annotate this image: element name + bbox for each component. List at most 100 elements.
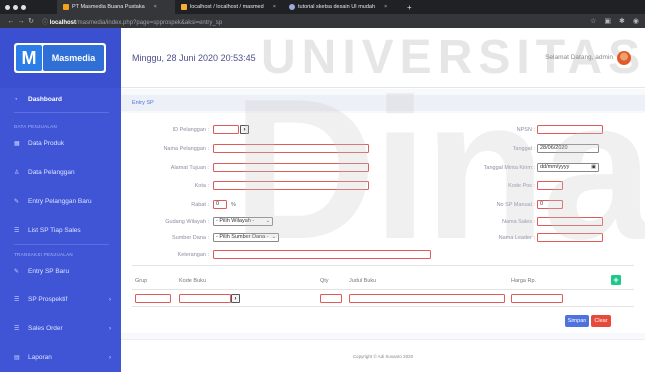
label-nama-sales: Nama Sales : xyxy=(501,219,535,225)
section-heading: TRANSAKSI PENJUALAN xyxy=(14,252,73,257)
chevron-down-icon: ⌄ xyxy=(265,218,270,224)
sidebar-item-list-sp[interactable]: ☰ List SP Tiap Sales xyxy=(0,227,121,234)
dashboard-icon: ◔ xyxy=(14,96,18,103)
npsn-input[interactable] xyxy=(537,125,603,134)
label-no-sp-manual: No SP Manual : xyxy=(496,202,535,208)
minimize-window-icon[interactable] xyxy=(13,4,18,10)
breadcrumb: Entry SP xyxy=(121,95,645,111)
add-row-button[interactable]: + xyxy=(611,275,621,285)
tanggal-input[interactable]: 28/06/2020 xyxy=(537,144,599,153)
back-icon[interactable]: ← xyxy=(6,18,16,25)
label-npsn: NPSN : xyxy=(516,127,535,133)
id-pelanggan-input[interactable] xyxy=(213,125,239,134)
nama-leader-input[interactable] xyxy=(537,233,603,242)
label-sumber-dana: Sumber Dana : xyxy=(172,235,209,241)
sidebar-item-entry-sp[interactable]: ✎ Entry SP Baru xyxy=(0,268,121,275)
browse-pelanggan-button[interactable]: › xyxy=(240,125,249,134)
browser-tab-masmedia[interactable]: PT Masmedia Buana Pustaka × xyxy=(57,0,175,14)
keterangan-input[interactable] xyxy=(213,250,431,259)
avatar[interactable] xyxy=(617,50,631,65)
label-id-pelanggan: ID Pelanggan : xyxy=(172,127,209,133)
extension-icon[interactable]: ▣ xyxy=(604,17,611,25)
harga-input[interactable] xyxy=(511,294,563,303)
label-tanggal: Tanggal : xyxy=(512,146,535,152)
sidebar-item-entry-pelanggan[interactable]: ✎ Entry Pelanggan Baru xyxy=(0,198,121,205)
browser-tab-phpmyadmin[interactable]: localhost / localhost / masmed × xyxy=(175,0,283,14)
label-nama-pelanggan: Nama Pelanggan : xyxy=(163,146,209,152)
star-icon[interactable]: ☆ xyxy=(590,17,596,25)
label-tanggal-minta-kirim: Tanggal Minta Kirim : xyxy=(483,165,535,171)
simpan-button[interactable]: Simpan xyxy=(565,315,589,327)
reload-icon[interactable]: ↻ xyxy=(26,17,36,25)
rabat-unit: % xyxy=(231,202,236,208)
chevron-down-icon: ⌄ xyxy=(271,234,276,240)
tab-close-icon[interactable]: × xyxy=(384,4,387,10)
section-heading: DATA PENJUALAN xyxy=(14,124,58,129)
sidebar-item-laporan[interactable]: ▤ Laporan › xyxy=(0,354,121,361)
label-kota: Kota : xyxy=(194,183,209,189)
divider xyxy=(14,112,109,113)
browser-tab-bar: PT Masmedia Buana Pustaka × localhost / … xyxy=(0,0,645,14)
no-sp-manual-input[interactable]: 0 xyxy=(537,200,563,209)
maximize-window-icon[interactable] xyxy=(21,4,26,10)
sidebar-item-sales-order[interactable]: ☰ Sales Order › xyxy=(0,325,121,332)
kode-buku-input[interactable] xyxy=(179,294,231,303)
label-gudang-wilayah: Gudang Wilayah : xyxy=(165,219,209,225)
sidebar-item-dashboard[interactable]: ◔ Dashboard xyxy=(0,96,121,103)
user-menu[interactable]: Selamat Datang, admin xyxy=(545,50,631,65)
sumber-dana-select[interactable]: - Pilih Sumber Dana - ⌄ xyxy=(213,233,279,242)
kode-pos-input[interactable] xyxy=(537,181,563,190)
new-tab-button[interactable]: + xyxy=(401,3,418,12)
browser-tab-tutorial[interactable]: tutorial sketsa desain UI mudah × xyxy=(283,0,401,14)
rabat-input[interactable]: 0 xyxy=(213,200,227,209)
sidebar-item-data-produk[interactable]: ▦ Data Produk xyxy=(0,140,121,147)
url-field[interactable]: ⓘ localhost/masmedia/index.php?page=sppr… xyxy=(42,17,222,26)
nama-pelanggan-input[interactable] xyxy=(213,144,369,153)
window-controls[interactable] xyxy=(5,4,57,10)
clear-button[interactable]: Clear xyxy=(591,315,611,327)
divider xyxy=(132,289,634,290)
favicon-icon xyxy=(63,4,69,10)
label-rabat: Rabat : xyxy=(191,202,209,208)
calendar-icon[interactable]: ▣ xyxy=(591,164,596,171)
qty-input[interactable] xyxy=(320,294,342,303)
gudang-wilayah-select[interactable]: - Pilih Wilayah - ⌄ xyxy=(213,217,273,226)
edit-icon: ✎ xyxy=(14,199,20,205)
footer: Copyright © Adi Susanto 2020 xyxy=(121,339,645,372)
label-kode-pos: Kode Pos : xyxy=(508,183,535,189)
sidebar-item-sp-prospektif[interactable]: ☰ SP Prospektif › xyxy=(0,296,121,303)
forward-icon[interactable]: → xyxy=(16,18,26,25)
browse-buku-button[interactable]: › xyxy=(231,294,240,303)
address-bar: ← → ↻ ⓘ localhost/masmedia/index.php?pag… xyxy=(0,14,645,28)
column-header-grup: Grup xyxy=(135,278,148,284)
close-window-icon[interactable] xyxy=(5,4,10,10)
favicon-icon xyxy=(181,4,187,10)
label-alamat-tujuan: Alamat Tujuan : xyxy=(170,165,209,171)
divider xyxy=(132,265,634,266)
divider xyxy=(132,306,634,307)
kota-input[interactable] xyxy=(213,181,369,190)
current-datetime: Minggu, 28 Juni 2020 20:53:45 xyxy=(132,52,256,63)
top-header: Minggu, 28 Juni 2020 20:53:45 UNIVERSITA… xyxy=(121,28,645,88)
judul-buku-input[interactable] xyxy=(349,294,505,303)
list-icon: ☰ xyxy=(14,326,20,332)
column-header-judul-buku: Judul Buku xyxy=(349,278,377,284)
grup-input[interactable] xyxy=(135,294,171,303)
profile-icon[interactable]: ◉ xyxy=(633,17,639,25)
nama-sales-input[interactable] xyxy=(537,217,603,226)
tanggal-minta-kirim-input[interactable]: dd/mm/yyyy ▣ xyxy=(537,163,599,172)
puzzle-icon[interactable]: ✱ xyxy=(619,17,625,25)
report-icon: ▤ xyxy=(14,355,20,361)
logo-mark-icon: M xyxy=(16,45,42,71)
masmedia-logo[interactable]: M Masmedia xyxy=(14,43,106,73)
tab-close-icon[interactable]: × xyxy=(154,4,157,10)
list-icon: ☰ xyxy=(14,297,20,303)
sidebar-item-data-pelanggan[interactable]: ♙ Data Pelanggan xyxy=(0,169,121,176)
chevron-right-icon: › xyxy=(109,325,111,332)
edit-icon: ✎ xyxy=(14,269,20,275)
entry-sp-form: ID Pelanggan : › Nama Pelanggan : Alamat… xyxy=(121,113,645,333)
tab-close-icon[interactable]: × xyxy=(273,4,276,10)
column-header-harga: Harga Rp. xyxy=(511,278,537,284)
main-content: Entry SP ID Pelanggan : › Nama Pelanggan… xyxy=(121,89,645,372)
alamat-tujuan-input[interactable] xyxy=(213,163,369,172)
